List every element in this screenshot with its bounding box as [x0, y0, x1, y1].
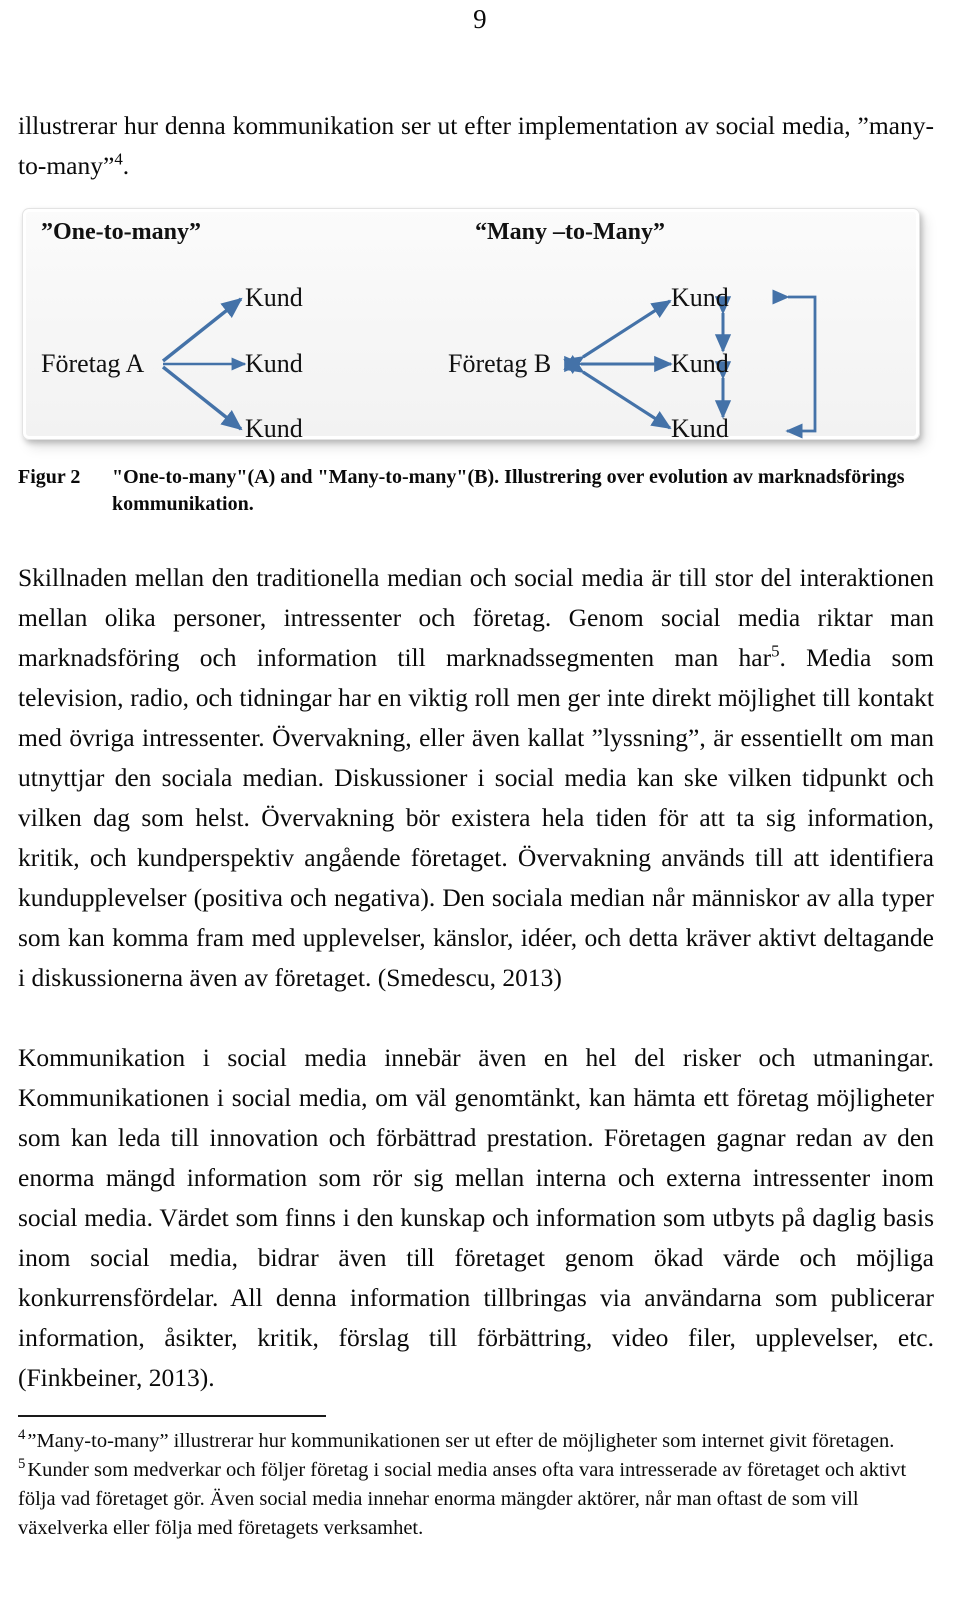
paragraph-intro-tail: . [122, 151, 130, 180]
paragraph-two: Skillnaden mellan den traditionella medi… [18, 558, 934, 998]
footnote-section: 4”Many-to-many” illustrerar hur kommunik… [18, 1415, 934, 1543]
footnote-5-text: Kunder som medverkar och följer företag … [18, 1459, 907, 1539]
figure-right-hub: Företag B [448, 349, 552, 378]
figure-left-hub: Företag A [41, 349, 145, 378]
figure-caption: Figur 2 "One-to-many"(A) and "Many-to-ma… [18, 464, 934, 518]
page-content: illustrerar hur denna kommunikation ser … [18, 106, 934, 1398]
figure-left-node-1: Kund [245, 283, 303, 312]
figure-arrows [161, 289, 817, 439]
figure-canvas: ”One-to-many” “Many –to-Many” Företag A … [23, 209, 919, 439]
figure-caption-label: Figur 2 [18, 466, 81, 488]
figure-right-node-2: Kund [671, 349, 729, 378]
paragraph-intro-text: illustrerar hur denna kommunikation ser … [18, 111, 934, 180]
figure-right-node-3: Kund [671, 414, 729, 440]
paragraph-three: Kommunikation i social media innebär äve… [18, 1043, 934, 1392]
footnote-ref-5[interactable]: 5 [771, 642, 779, 661]
figure-left-node-2: Kund [245, 349, 303, 378]
figure-frame: ”One-to-many” “Many –to-Many” Företag A … [22, 208, 920, 440]
paragraph-intro: illustrerar hur denna kommunikation ser … [18, 106, 934, 186]
figure-left-node-3: Kund [245, 414, 303, 440]
footnote-4-text: ”Many-to-many” illustrerar hur kommunika… [27, 1430, 895, 1452]
footnote-4: 4”Many-to-many” illustrerar hur kommunik… [18, 1427, 934, 1456]
footnote-4-marker: 4 [18, 1427, 26, 1444]
figure-right-node-1: Kund [671, 283, 729, 312]
document-page: 9 illustrerar hur denna kommunikation se… [0, 0, 960, 1603]
figure-2: ”One-to-many” “Many –to-Many” Företag A … [18, 208, 934, 446]
footnote-separator [18, 1415, 326, 1417]
paragraph-two-b: . Media som television, radio, och tidni… [18, 643, 935, 992]
page-number: 9 [473, 4, 487, 34]
footnote-ref-4[interactable]: 4 [114, 150, 122, 169]
figure-caption-text: "One-to-many"(A) and "Many-to-many"(B). … [112, 466, 905, 515]
footnote-5: 5Kunder som medverkar och följer företag… [18, 1456, 934, 1543]
footnote-5-marker: 5 [18, 1456, 26, 1473]
